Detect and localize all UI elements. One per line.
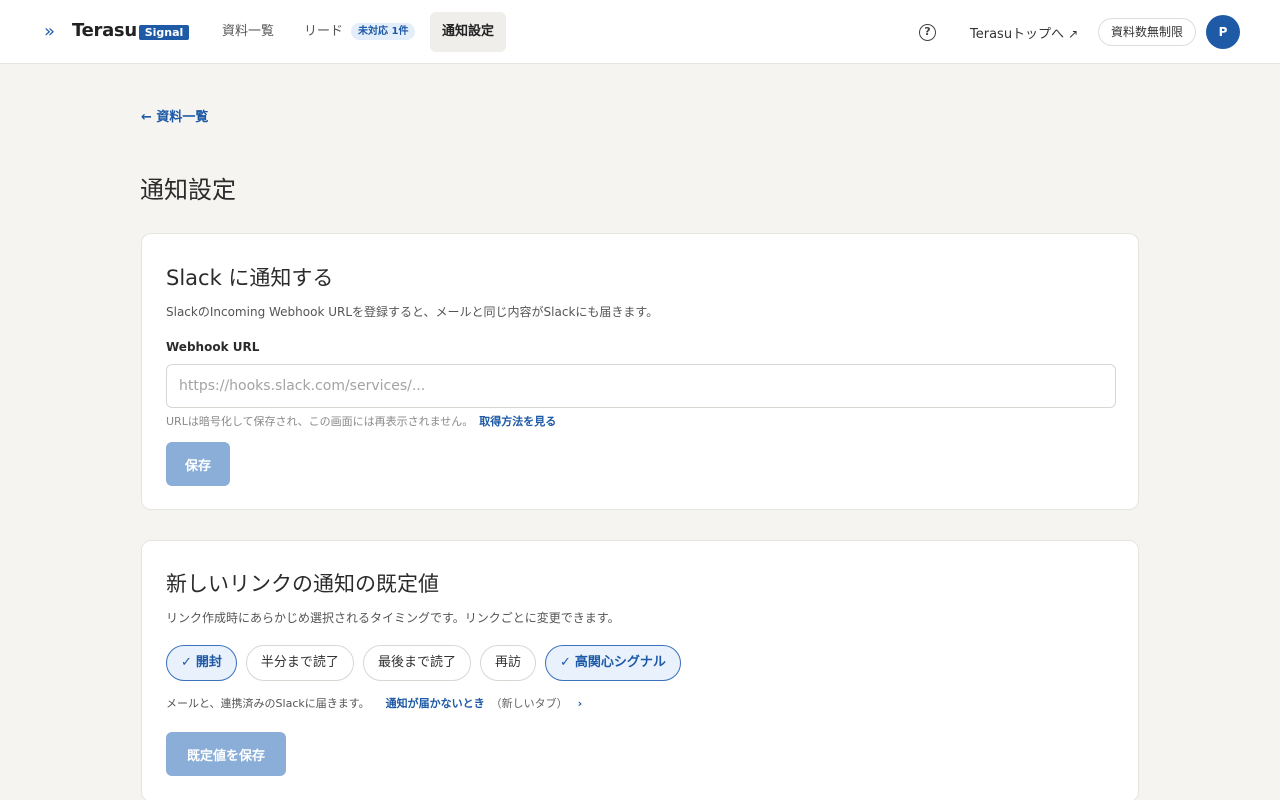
chevron-right-icon[interactable]: › [578,697,583,710]
new-tab-note: （新しいタブ） [490,697,568,710]
check-icon: ✓ [181,655,192,670]
help-icon[interactable]: ? [919,24,936,41]
how-to-get-link[interactable]: 取得方法を見る [479,415,556,428]
nav-item-documents[interactable]: 資料一覧 [210,12,286,52]
terasu-top-link[interactable]: Terasuトップへ ↗ [970,23,1078,42]
save-button[interactable]: 保存 [166,442,230,486]
webhook-url-label: Webhook URL [166,340,260,354]
card-title: 新しいリンクの通知の既定値 [166,572,439,596]
top-header: » Terasu Signal 資料一覧 リード 未対応 1件 通知設定 ? Te… [0,0,1280,64]
avatar[interactable]: P [1206,15,1240,49]
webhook-hint-text: URLは暗号化して保存され、この画面には再表示されません。 [166,415,474,428]
page-title: 通知設定 [140,176,236,204]
external-link-icon: ↗ [1068,27,1079,41]
expand-sidebar-icon[interactable]: » [44,22,62,42]
card-description: SlackのIncoming Webhook URLを登録すると、メールと同じ内… [166,305,659,319]
chip-revisit[interactable]: 再訪 [479,645,536,681]
save-defaults-button[interactable]: 既定値を保存 [166,732,286,776]
check-icon: ✓ [559,655,571,670]
troubleshoot-link[interactable]: 通知が届かないとき [386,697,485,710]
nav-item-label: 資料一覧 [222,24,275,39]
unhandled-badge: 未対応 1件 [351,23,416,40]
nav-item-notification-settings[interactable]: 通知設定 [430,12,507,52]
chip-open[interactable]: ✓ 開封 [166,645,237,681]
nav-item-label: リード [304,24,344,39]
webhook-url-input[interactable] [166,364,1116,408]
chip-label: 高関心シグナル [574,655,666,670]
chip-half-read[interactable]: 半分まで読了 [245,645,354,681]
delivery-note: メールと、連携済みのSlackに届きます。 通知が届かないとき （新しいタブ） › [166,695,582,711]
nav-item-leads[interactable]: リード 未対応 1件 [292,12,427,52]
plan-badge[interactable]: 資料数無制限 [1098,18,1196,46]
slack-settings-card: Slack に通知する SlackのIncoming Webhook URLを登… [141,233,1139,510]
chip-full-read[interactable]: 最後まで読了 [362,645,471,681]
back-to-documents-link[interactable]: ← 資料一覧 [141,106,208,125]
nav-item-label: 通知設定 [442,24,495,39]
card-title: Slack に通知する [166,266,334,290]
brand-name[interactable]: Terasu [72,20,137,44]
notification-defaults-card: 新しいリンクの通知の既定値 リンク作成時にあらかじめ選択されるタイミングです。リ… [141,540,1139,800]
webhook-hint: URLは暗号化して保存され、この画面には再表示されません。 取得方法を見る [166,413,556,429]
brand-badge: Signal [139,25,189,40]
chip-label: 開封 [195,655,222,670]
chip-high-interest-signal[interactable]: ✓ 高関心シグナル [544,645,681,681]
delivery-note-text: メールと、連携済みのSlackに届きます。 [166,697,370,710]
timing-chip-group: ✓ 開封 半分まで読了 最後まで読了 再訪 ✓ 高関心シグナル [166,645,681,681]
card-description: リンク作成時にあらかじめ選択されるタイミングです。リンクごとに変更できます。 [166,611,620,625]
terasu-top-link-label: Terasuトップへ [970,27,1065,42]
